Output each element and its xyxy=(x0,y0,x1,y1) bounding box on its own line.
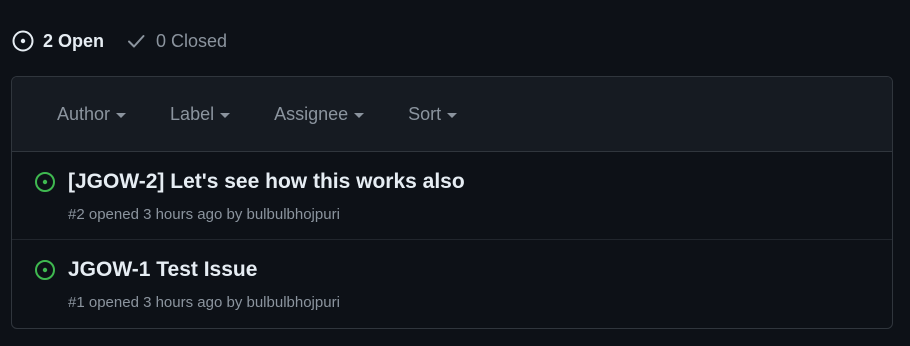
issue-opened-icon xyxy=(11,29,35,53)
sort-label: Sort xyxy=(408,103,442,124)
issues-page: 2 Open 0 Closed Author Label Assignee So… xyxy=(0,0,910,346)
issue-opened-text: opened 3 hours ago by xyxy=(88,294,243,311)
issue-opened-icon xyxy=(33,258,57,282)
open-issues-tab[interactable]: 2 Open xyxy=(11,29,104,53)
issue-number: #2 xyxy=(68,206,85,223)
closed-issues-label: 0 Closed xyxy=(156,30,228,51)
issue-row: [JGOW-2] Let's see how this works also #… xyxy=(12,152,892,240)
author-filter-label: Author xyxy=(57,103,111,124)
issue-title-link[interactable]: [JGOW-2] Let's see how this works also xyxy=(68,170,465,194)
issue-opened-icon xyxy=(33,170,57,194)
check-icon xyxy=(124,29,148,53)
issue-opened-text: opened 3 hours ago by xyxy=(88,206,243,223)
issues-list-box: Author Label Assignee Sort [JGOW-2] Let'… xyxy=(11,76,893,329)
author-filter-dropdown[interactable]: Author xyxy=(57,103,127,125)
assignee-filter-dropdown[interactable]: Assignee xyxy=(274,103,365,125)
label-filter-dropdown[interactable]: Label xyxy=(170,103,231,125)
issue-row: JGOW-1 Test Issue #1 opened 3 hours ago … xyxy=(12,240,892,327)
issue-title-link[interactable]: JGOW-1 Test Issue xyxy=(68,258,257,282)
caret-down-icon xyxy=(220,113,231,118)
sort-dropdown[interactable]: Sort xyxy=(408,103,458,125)
issue-meta: #2 opened 3 hours ago by bulbulbhojpuri xyxy=(68,206,340,223)
caret-down-icon xyxy=(354,113,365,118)
caret-down-icon xyxy=(447,113,458,118)
open-issues-label: 2 Open xyxy=(43,30,105,51)
caret-down-icon xyxy=(116,113,127,118)
issue-meta: #1 opened 3 hours ago by bulbulbhojpuri xyxy=(68,294,340,311)
issue-author-link[interactable]: bulbulbhojpuri xyxy=(247,206,340,223)
label-filter-label: Label xyxy=(170,103,215,124)
issue-author-link[interactable]: bulbulbhojpuri xyxy=(247,294,340,311)
issue-state-bar: 2 Open 0 Closed xyxy=(11,28,227,54)
issue-number: #1 xyxy=(68,294,85,311)
assignee-filter-label: Assignee xyxy=(274,103,349,124)
issues-filter-header: Author Label Assignee Sort xyxy=(12,77,892,152)
closed-issues-tab[interactable]: 0 Closed xyxy=(124,29,227,53)
